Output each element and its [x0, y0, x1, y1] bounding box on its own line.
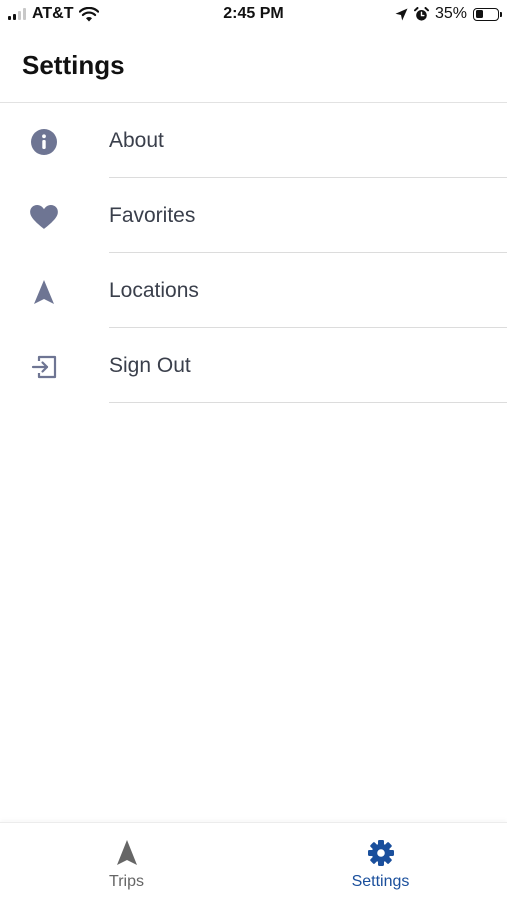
sign-out-icon: [29, 352, 59, 382]
battery-tip: [500, 11, 502, 17]
tab-trips[interactable]: Trips: [0, 823, 253, 901]
status-bar: AT&T 2:45 PM 35%: [0, 0, 507, 30]
alarm-icon: [413, 6, 429, 21]
tab-settings[interactable]: Settings: [254, 823, 507, 901]
navigation-arrow-icon: [0, 839, 253, 869]
menu-item-favorites[interactable]: Favorites: [0, 178, 507, 253]
battery-fill: [475, 10, 483, 18]
menu-item-label: Favorites: [109, 204, 196, 227]
heart-icon: [29, 202, 59, 232]
settings-menu: About Favorites Locations Sign Out: [0, 103, 507, 403]
battery-icon: [473, 7, 502, 21]
tab-label: Trips: [109, 873, 144, 890]
menu-item-sign-out[interactable]: Sign Out: [0, 328, 507, 403]
page-title: Settings: [22, 50, 125, 80]
menu-item-label: Locations: [109, 279, 199, 302]
menu-divider: [109, 402, 507, 403]
gear-icon: [254, 839, 507, 869]
menu-item-about[interactable]: About: [0, 103, 507, 178]
status-bar-right: 35%: [395, 5, 502, 23]
menu-item-locations[interactable]: Locations: [0, 253, 507, 328]
info-icon: [29, 127, 59, 157]
location-arrow-icon: [395, 8, 408, 20]
menu-item-label: About: [109, 129, 164, 152]
navigation-arrow-icon: [29, 277, 59, 307]
battery-percentage: 35%: [434, 5, 467, 22]
menu-item-label: Sign Out: [109, 354, 191, 377]
tab-label: Settings: [351, 873, 410, 890]
tab-bar: Trips Settings: [0, 822, 507, 901]
